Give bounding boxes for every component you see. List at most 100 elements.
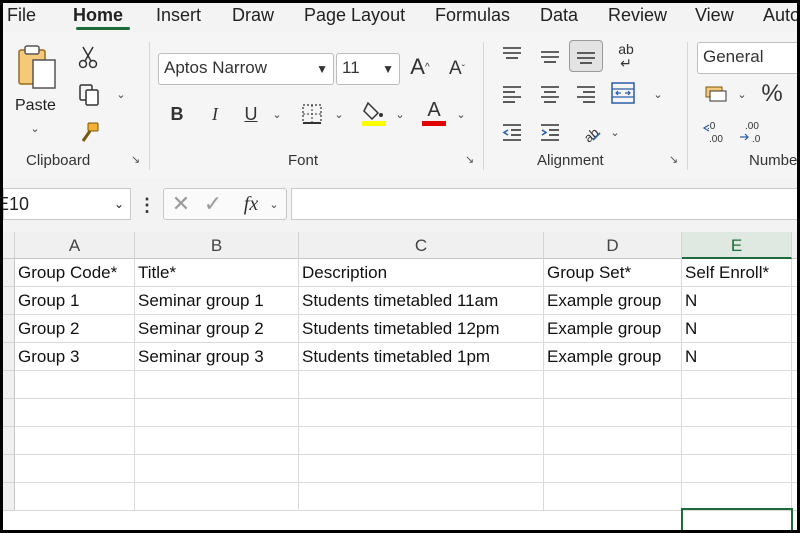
table-cell[interactable] (792, 427, 797, 455)
increase-indent-icon[interactable] (537, 120, 563, 144)
row-header[interactable] (3, 287, 15, 315)
font-dialog-launcher-icon[interactable]: ↘ (465, 155, 476, 166)
name-box[interactable]: E10 ⌄ (3, 188, 131, 220)
column-header-f[interactable] (792, 232, 797, 259)
row-header[interactable] (3, 455, 15, 483)
table-cell[interactable] (15, 455, 135, 483)
paste-dropdown-chevron-icon[interactable]: ⌄ (29, 122, 41, 135)
row-header[interactable] (3, 483, 15, 511)
accounting-dropdown-chevron-icon[interactable]: ⌄ (736, 88, 748, 101)
table-cell[interactable] (15, 399, 135, 427)
table-cell[interactable] (15, 427, 135, 455)
table-cell[interactable]: Seminar group 2 (135, 315, 299, 343)
table-cell[interactable]: N (682, 343, 792, 371)
table-cell[interactable]: Example group (544, 315, 682, 343)
tab-draw[interactable]: Draw (232, 5, 274, 26)
table-cell[interactable] (135, 455, 299, 483)
tab-file[interactable]: File (7, 5, 36, 26)
merge-center-icon[interactable] (609, 80, 637, 106)
orientation-icon[interactable]: ab (577, 118, 605, 146)
borders-icon[interactable] (299, 100, 325, 128)
middle-align-icon[interactable] (537, 44, 563, 68)
table-cell[interactable] (135, 427, 299, 455)
row-header[interactable] (3, 343, 15, 371)
table-cell[interactable] (682, 371, 792, 399)
wrap-text-icon[interactable]: ab ↵ (611, 40, 641, 72)
row-header[interactable] (3, 371, 15, 399)
more-options-icon[interactable]: ⋮ (138, 194, 156, 216)
fill-color-icon[interactable] (361, 98, 387, 128)
tab-review[interactable]: Review (608, 5, 667, 26)
font-color-dropdown-chevron-icon[interactable]: ⌄ (455, 108, 467, 121)
column-header-c[interactable]: C (299, 232, 544, 259)
table-cell[interactable] (544, 399, 682, 427)
table-cell[interactable]: Students timetabled 1pm (299, 343, 544, 371)
tab-view[interactable]: View (695, 5, 734, 26)
table-cell[interactable] (682, 427, 792, 455)
decrease-decimal-icon[interactable]: .00.0 (739, 118, 765, 146)
table-cell[interactable] (135, 371, 299, 399)
tab-automate[interactable]: Auto (763, 5, 797, 26)
table-cell[interactable] (299, 371, 544, 399)
table-cell[interactable] (792, 483, 797, 511)
table-cell[interactable]: Seminar group 3 (135, 343, 299, 371)
italic-button[interactable]: I (203, 100, 227, 128)
percent-style-button[interactable]: % (758, 80, 786, 108)
row-header[interactable] (3, 315, 15, 343)
paste-label[interactable]: Paste (15, 97, 56, 115)
table-cell[interactable] (299, 455, 544, 483)
table-cell[interactable]: Group Set* (544, 259, 682, 287)
active-cell-selection[interactable] (681, 508, 793, 530)
tab-page-layout[interactable]: Page Layout (304, 5, 405, 26)
formula-input[interactable] (291, 188, 797, 220)
table-cell[interactable] (299, 399, 544, 427)
tab-data[interactable]: Data (540, 5, 578, 26)
decrease-indent-icon[interactable] (499, 120, 525, 144)
increase-decimal-icon[interactable]: .0.00 (703, 118, 729, 146)
table-cell[interactable]: Group 1 (15, 287, 135, 315)
table-cell[interactable]: Title* (135, 259, 299, 287)
borders-dropdown-chevron-icon[interactable]: ⌄ (333, 108, 345, 121)
tab-insert[interactable]: Insert (156, 5, 201, 26)
row-header[interactable] (3, 259, 15, 287)
cut-icon[interactable] (77, 44, 99, 70)
align-center-icon[interactable] (537, 82, 563, 106)
bottom-align-icon[interactable] (569, 40, 603, 72)
table-cell[interactable] (682, 399, 792, 427)
font-size-combobox[interactable]: 11 ▼ (336, 53, 400, 85)
table-cell[interactable]: Group 3 (15, 343, 135, 371)
font-color-icon[interactable]: A (421, 96, 447, 128)
table-cell[interactable] (544, 483, 682, 511)
cancel-icon[interactable]: ✕ (170, 191, 192, 216)
tab-formulas[interactable]: Formulas (435, 5, 510, 26)
table-cell[interactable] (299, 427, 544, 455)
table-cell[interactable]: Description (299, 259, 544, 287)
table-cell[interactable] (792, 399, 797, 427)
underline-button[interactable]: U (239, 100, 263, 128)
merge-dropdown-chevron-icon[interactable]: ⌄ (652, 88, 664, 101)
table-cell[interactable] (682, 483, 792, 511)
clipboard-dialog-launcher-icon[interactable]: ↘ (131, 155, 142, 166)
column-header-d[interactable]: D (544, 232, 682, 259)
select-all-corner[interactable] (3, 232, 15, 259)
column-header-b[interactable]: B (135, 232, 299, 259)
alignment-dialog-launcher-icon[interactable]: ↘ (669, 155, 680, 166)
table-cell[interactable] (792, 259, 797, 287)
bold-button[interactable]: B (165, 100, 189, 128)
orientation-dropdown-chevron-icon[interactable]: ⌄ (609, 126, 621, 139)
table-cell[interactable]: N (682, 287, 792, 315)
decrease-font-size-button[interactable]: Aˇ (443, 54, 471, 84)
table-cell[interactable] (299, 483, 544, 511)
table-cell[interactable] (15, 371, 135, 399)
enter-check-icon[interactable]: ✓ (202, 191, 224, 216)
table-cell[interactable]: Example group (544, 343, 682, 371)
table-cell[interactable]: N (682, 315, 792, 343)
table-cell[interactable] (135, 399, 299, 427)
column-header-e[interactable]: E (682, 232, 792, 259)
function-dropdown-chevron-icon[interactable]: ⌄ (268, 198, 280, 211)
table-cell[interactable] (544, 455, 682, 483)
copy-icon[interactable] (77, 82, 101, 108)
number-format-combobox[interactable]: General (697, 42, 797, 74)
table-cell[interactable] (792, 455, 797, 483)
accounting-format-icon[interactable] (703, 82, 729, 106)
